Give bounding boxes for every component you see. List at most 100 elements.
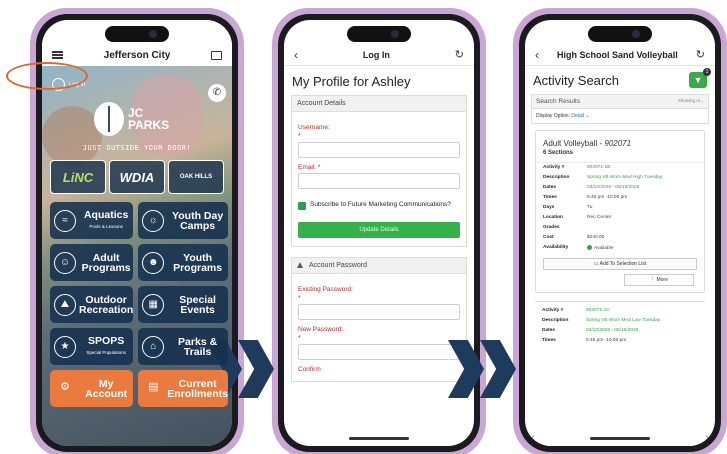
display-option[interactable]: Display Option: Detail ⌄ bbox=[531, 109, 709, 124]
profile-nav: ‹ Log In ↻ bbox=[284, 44, 474, 66]
detail-value: Rec Center bbox=[587, 215, 612, 220]
activity-nav: ‹ High School Sand Volleyball ↻ bbox=[525, 44, 715, 66]
account-password-form: Existing Password: * New Password: * Confi… bbox=[291, 274, 467, 382]
detail-key: Activity # bbox=[542, 307, 564, 313]
dynamic-island bbox=[105, 26, 169, 42]
detail-row: Availability Available bbox=[536, 243, 704, 254]
menu-icon[interactable] bbox=[52, 51, 63, 59]
detail-key: Dates bbox=[542, 327, 556, 333]
email-label: Email: * bbox=[298, 164, 321, 171]
profile-heading: My Profile for Ashley bbox=[292, 74, 411, 89]
detail-row: Description Spring VB Wom Med High Tuesda… bbox=[536, 173, 704, 183]
program-grid: ≈ Aquatics Pools & Lessons ☼ Youth Day Camp… bbox=[50, 202, 228, 407]
email-input[interactable] bbox=[298, 173, 460, 189]
more-button[interactable]: ⋮ More bbox=[624, 273, 694, 286]
detail-row: Location Rec Center bbox=[536, 213, 704, 223]
detail-key: Activity # bbox=[543, 165, 565, 170]
detail-key: Availability bbox=[543, 245, 569, 250]
detail-key: Dates bbox=[543, 185, 557, 190]
spops-icon: ★ bbox=[54, 335, 76, 358]
gear-icon: ⚙ bbox=[60, 380, 70, 393]
detail-key: Description bbox=[543, 175, 570, 180]
subscribe-label: Subscribe to Future Marketing Communicat… bbox=[310, 201, 451, 208]
detail-value: Tu bbox=[587, 205, 593, 210]
profile-screen: ‹ Log In ↻ My Profile for Ashley Account… bbox=[284, 20, 474, 446]
filter-button[interactable]: ▼ 1 bbox=[689, 68, 711, 88]
activity-heading: Activity Search bbox=[533, 72, 619, 88]
detail-key: Times bbox=[542, 337, 556, 343]
detail-row: Dates 03/10/2026 - 05/19/2026 bbox=[535, 326, 705, 336]
detail-key: Times bbox=[543, 195, 557, 200]
chevron-down-icon: ⌄ bbox=[585, 113, 590, 119]
activity-screen: ‹ High School Sand Volleyball ↻ Activity… bbox=[525, 20, 715, 446]
detail-row: Times 5:45 pm -10:00 pm bbox=[536, 193, 704, 203]
dynamic-island bbox=[347, 26, 411, 42]
back-chevron-icon[interactable]: ‹ bbox=[294, 48, 298, 62]
new-password-input[interactable] bbox=[298, 344, 460, 360]
special-events-icon: ▦ bbox=[142, 293, 165, 316]
detail-row: Days Tu bbox=[536, 203, 704, 213]
stage: Jefferson City Log in ✆ JC PARKS JUST OU… bbox=[0, 0, 727, 454]
second-section-details: Activity # 902071-1C Description Spring VB … bbox=[535, 300, 705, 346]
login-highlight-oval bbox=[6, 62, 88, 90]
tile-youth-programs[interactable]: ☻ Youth Programs bbox=[138, 244, 228, 281]
username-input[interactable] bbox=[298, 142, 460, 158]
parks-trails-icon: ⌂ bbox=[142, 335, 165, 358]
detail-row: Description Spring VB Wom Med Low Tuesday bbox=[535, 316, 705, 326]
leaf-icon bbox=[94, 102, 124, 136]
tile-youth-day-camps[interactable]: ☼ Youth Day Camps bbox=[138, 202, 228, 239]
my-account-button[interactable]: ⚙ My Account bbox=[50, 370, 134, 407]
tile-aquatics[interactable]: ≈ Aquatics Pools & Lessons bbox=[50, 202, 134, 239]
partner-wdia[interactable]: WDIA bbox=[109, 160, 165, 194]
detail-row: Times 5:45 pm -10:00 pm bbox=[535, 336, 705, 346]
back-arrow-icon[interactable]: ‹ bbox=[531, 432, 535, 444]
tile-special-events[interactable]: ▦ Special Events bbox=[138, 286, 228, 323]
update-details-button[interactable]: Update Details bbox=[298, 222, 460, 238]
partner-logos: LiNC WDIA OAK HILLS bbox=[50, 160, 224, 194]
detail-value: 902071-1C bbox=[586, 307, 610, 313]
username-label: Username: * bbox=[298, 124, 330, 140]
tile-adult-programs[interactable]: ☺ Adult Programs bbox=[50, 244, 134, 281]
refresh-icon[interactable]: ↻ bbox=[455, 48, 464, 61]
current-enrollments-button[interactable]: ▤ Current Enrollments bbox=[138, 370, 228, 407]
youth-programs-icon: ☻ bbox=[142, 251, 165, 274]
phone-activity-search: ‹ High School Sand Volleyball ↻ Activity… bbox=[513, 8, 727, 454]
forward-arrow-icon[interactable]: › bbox=[705, 432, 709, 444]
detail-row: Grades bbox=[536, 223, 704, 233]
add-to-selection-button[interactable]: ▭ Add To Selection List bbox=[543, 257, 697, 270]
tile-parks-trails[interactable]: ⌂ Parks & Trails bbox=[138, 328, 228, 365]
detail-key: Grades bbox=[543, 225, 560, 230]
account-password-header[interactable]: Account Password bbox=[291, 257, 467, 274]
existing-password-input[interactable] bbox=[298, 304, 460, 320]
detail-row: Activity # 902071-1C bbox=[535, 306, 705, 316]
phone-profile: ‹ Log In ↻ My Profile for Ashley Account… bbox=[272, 8, 486, 454]
account-details-form: Username: * Email: * Subscribe to Future … bbox=[291, 112, 467, 247]
aquatics-icon: ≈ bbox=[54, 209, 76, 232]
youth-day-camps-icon: ☼ bbox=[142, 209, 165, 232]
detail-row: Cost $240.00 bbox=[536, 233, 704, 243]
card-title: Adult Volleyball - 902071 bbox=[543, 139, 632, 148]
refresh-icon[interactable]: ↻ bbox=[696, 48, 705, 61]
calendar-icon: ▤ bbox=[148, 380, 159, 393]
phone-icon[interactable]: ✆ bbox=[208, 84, 226, 102]
card-details: Activity # 902071-1B Description Spring VB … bbox=[536, 163, 704, 254]
back-chevron-icon[interactable]: ‹ bbox=[535, 48, 539, 62]
subscribe-checkbox[interactable] bbox=[298, 202, 306, 210]
detail-value: $240.00 bbox=[587, 235, 605, 240]
account-details-header[interactable]: Account Details bbox=[291, 95, 467, 112]
tile-outdoor-recreation[interactable]: ⛰ Outdoor Recreation bbox=[50, 286, 133, 323]
filter-badge: 1 bbox=[703, 68, 711, 76]
existing-password-label: Existing Password: * bbox=[298, 286, 353, 302]
message-icon[interactable] bbox=[211, 50, 222, 60]
detail-row: Activity # 902071-1B bbox=[536, 163, 704, 173]
home-indicator bbox=[349, 437, 409, 440]
profile-nav-title: Log In bbox=[362, 49, 390, 60]
partner-oak-hills[interactable]: OAK HILLS bbox=[168, 160, 224, 194]
partner-linc[interactable]: LiNC bbox=[50, 160, 106, 194]
display-option-value[interactable]: Detail bbox=[571, 113, 584, 119]
detail-value: 5:45 pm -10:00 pm bbox=[587, 195, 628, 200]
tile-spops[interactable]: ★ SPOPS Special Populations bbox=[50, 328, 134, 365]
activity-card: Adult Volleyball - 902071 6 Sections Act… bbox=[535, 130, 705, 293]
collapse-caret-icon bbox=[297, 262, 303, 269]
dynamic-island bbox=[588, 26, 652, 42]
